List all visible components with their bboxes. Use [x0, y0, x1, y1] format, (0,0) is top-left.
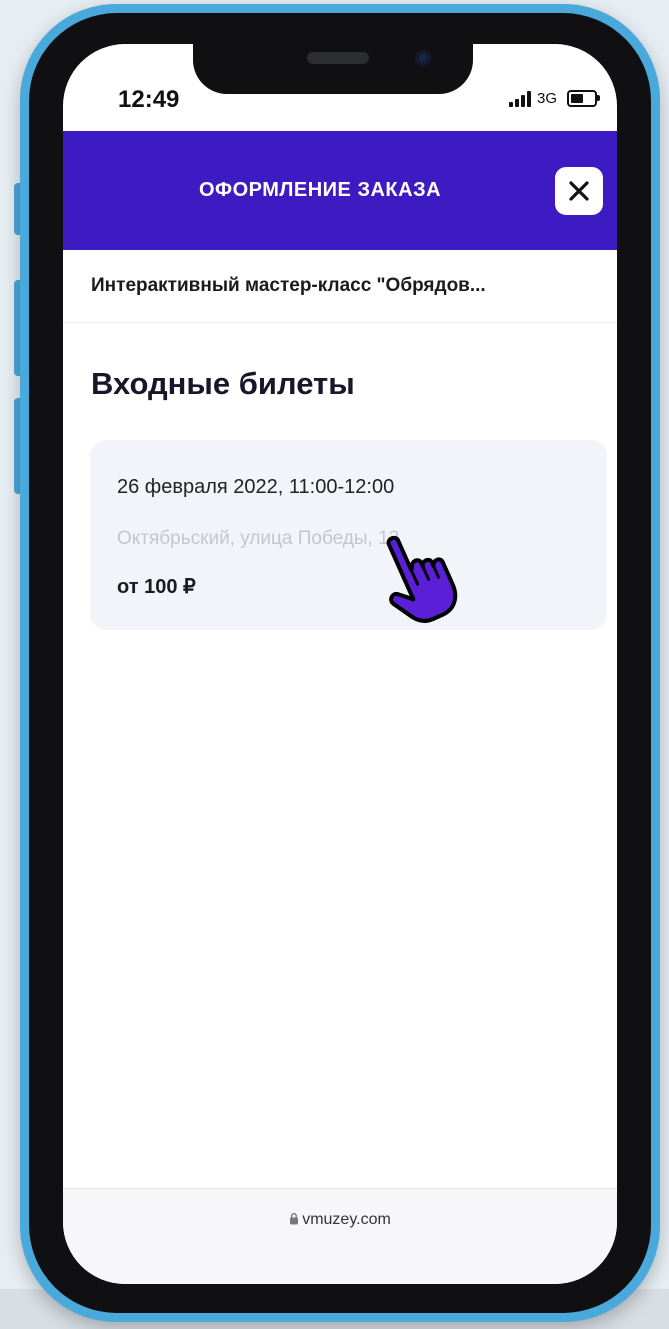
url-display[interactable]: vmuzey.com [63, 1211, 617, 1229]
battery-icon [567, 90, 600, 107]
tickets-section-title: Входные билеты [91, 366, 355, 401]
browser-address-bar: vmuzey.com [63, 1188, 617, 1284]
phone-screen: 12:49 3G ОФОРМЛЕНИЕ ЗАКАЗА Интерактивный… [63, 44, 617, 1284]
order-header: ОФОРМЛЕНИЕ ЗАКАЗА [63, 131, 617, 250]
ticket-address: Октябрьский, улица Победы, 12 [117, 528, 400, 549]
hand-pointer-cursor-icon [386, 535, 458, 623]
ticket-card[interactable]: 26 февраля 2022, 11:00-12:00 Октябрьский… [90, 440, 607, 630]
page-title: ОФОРМЛЕНИЕ ЗАКАЗА [198, 179, 442, 201]
event-title: Интерактивный мастер-класс "Обрядов... [91, 275, 486, 296]
ticket-datetime: 26 февраля 2022, 11:00-12:00 [117, 476, 395, 498]
url-text: vmuzey.com [302, 1211, 391, 1228]
phone-notch [193, 40, 473, 94]
front-camera [415, 50, 431, 66]
event-title-bar: Интерактивный мастер-класс "Обрядов... [63, 250, 617, 323]
ticket-price: от 100 ₽ [117, 576, 196, 598]
lock-icon [290, 1212, 299, 1225]
close-icon [569, 181, 589, 201]
close-button[interactable] [555, 167, 603, 215]
network-type: 3G [536, 90, 557, 107]
signal-icon [508, 90, 531, 107]
speaker-grille [307, 52, 369, 64]
status-indicators: 3G [508, 90, 600, 107]
status-time: 12:49 [118, 86, 180, 113]
